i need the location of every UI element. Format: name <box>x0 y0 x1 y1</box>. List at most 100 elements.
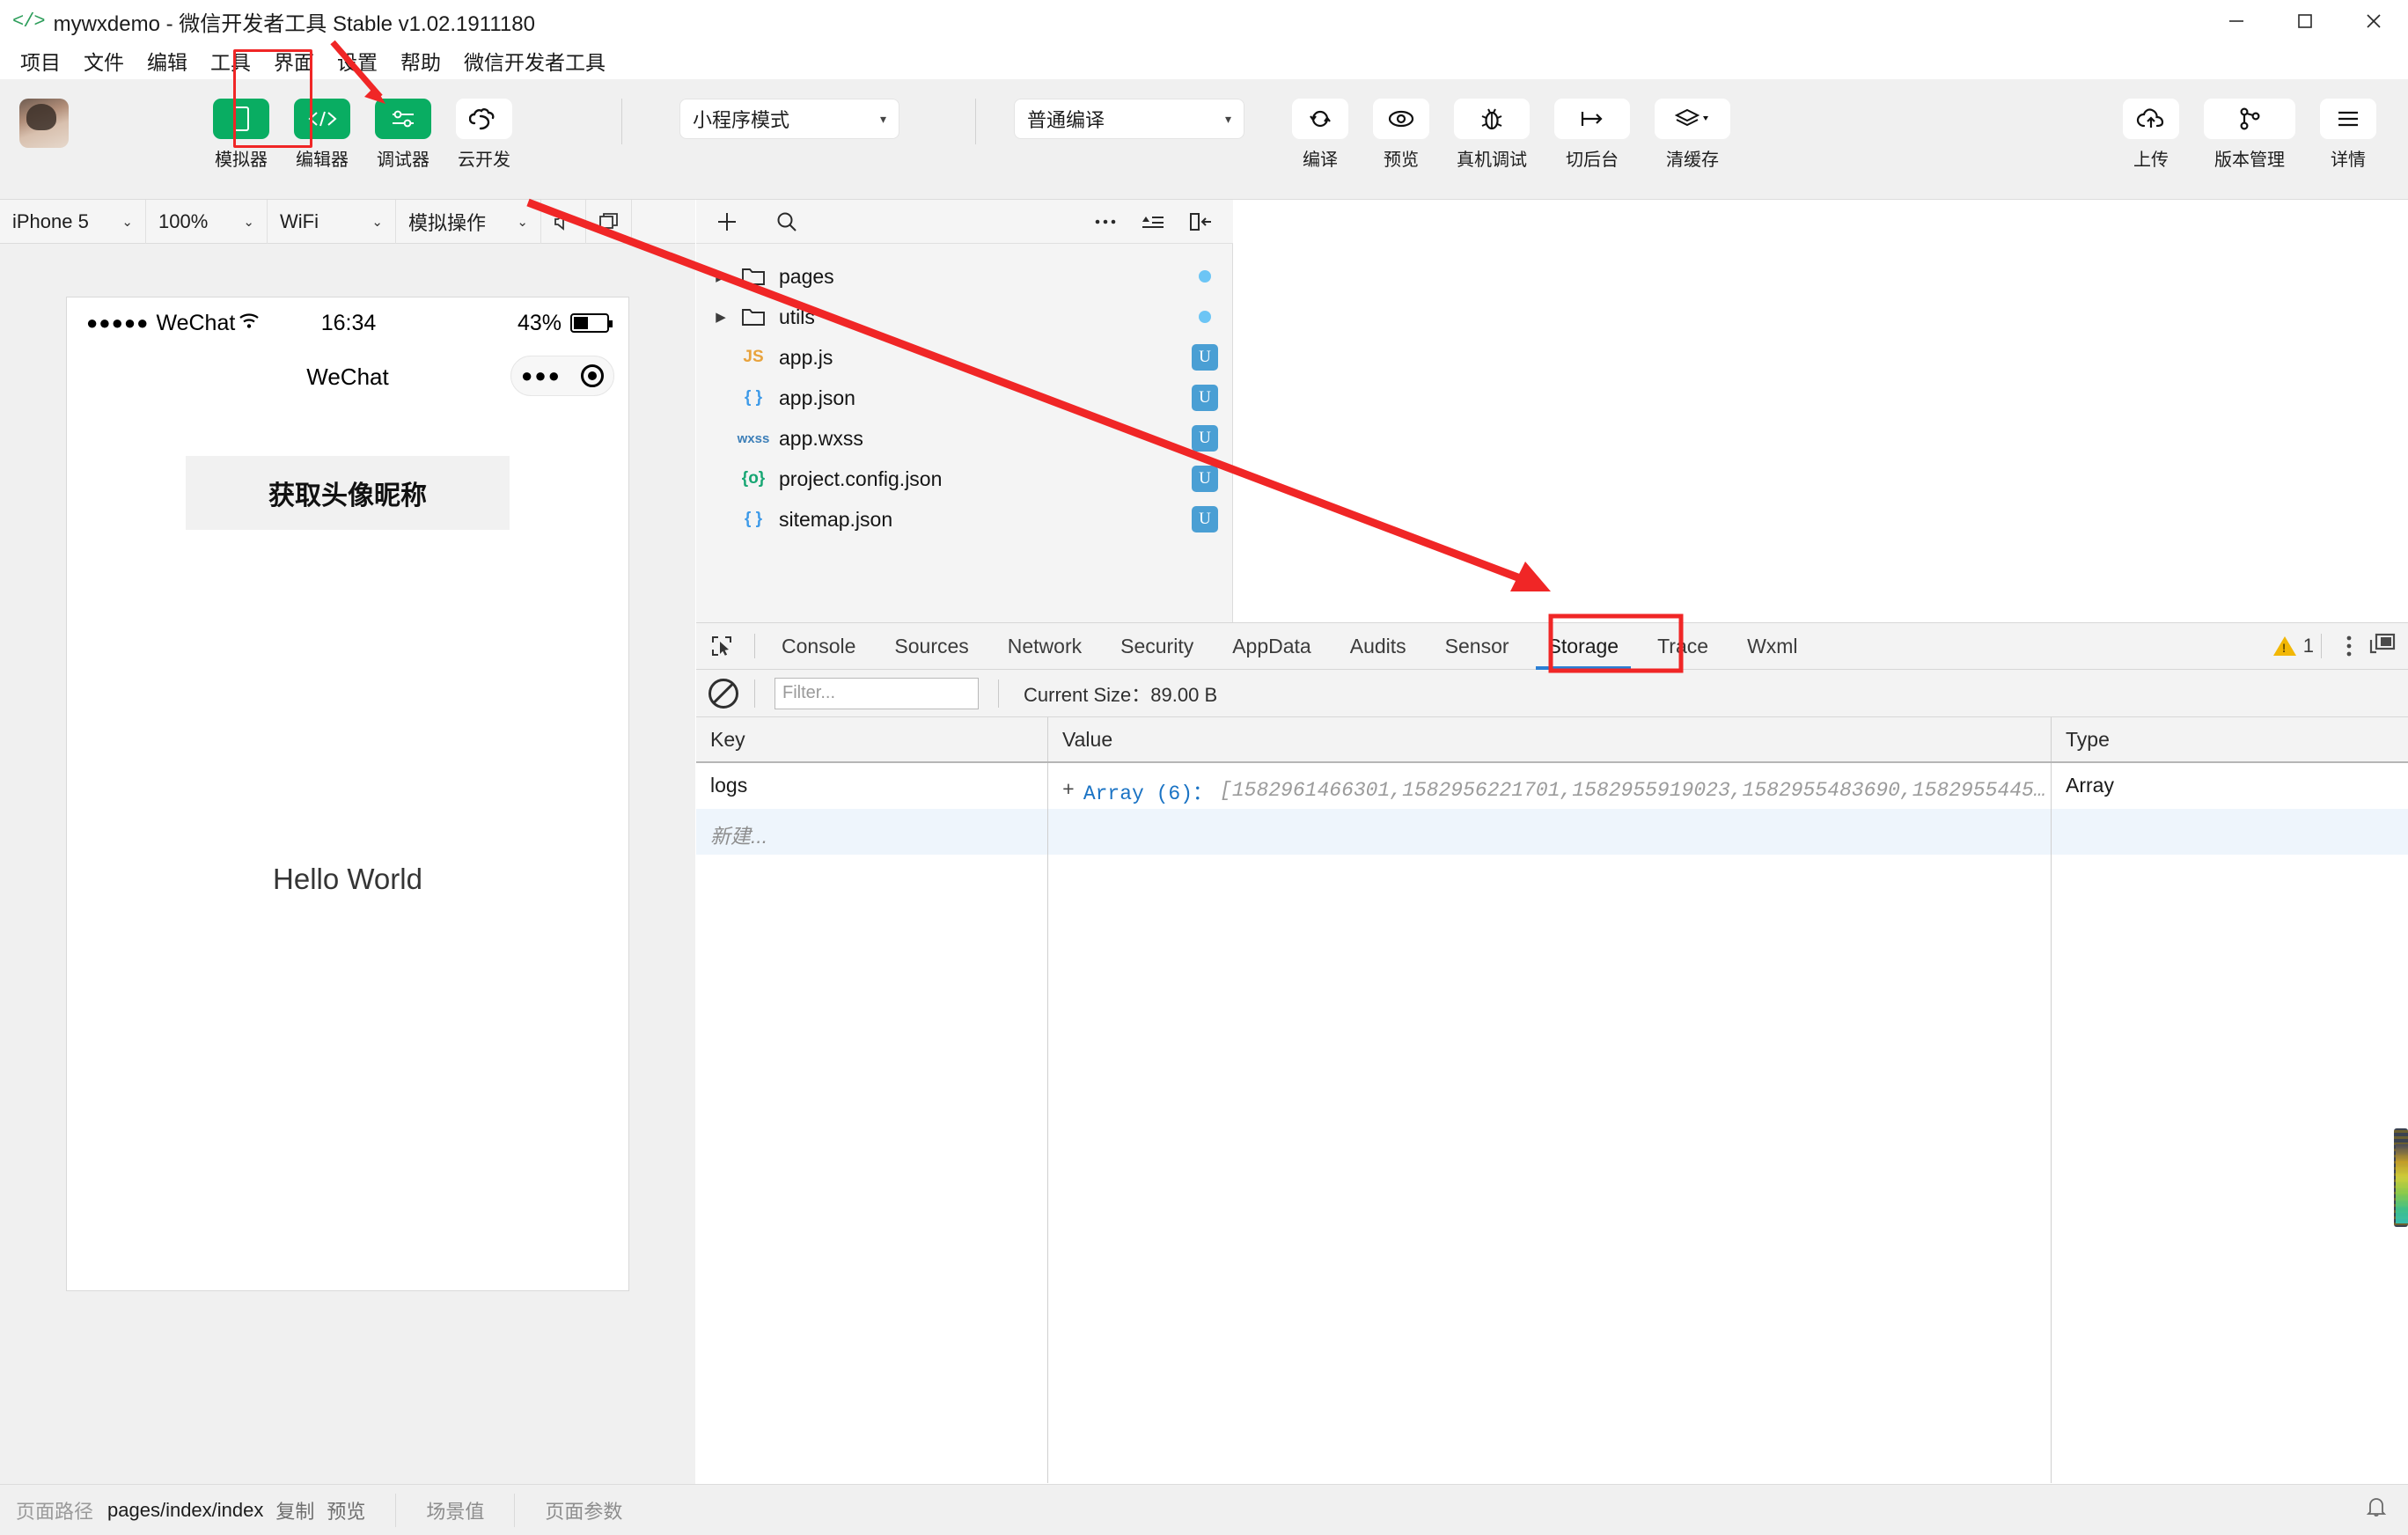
menu-icon <box>2320 99 2376 139</box>
simulator-button[interactable]: 模拟器 <box>213 99 269 171</box>
network-select[interactable]: WiFi ⌄ <box>268 199 396 244</box>
column-header-value[interactable]: Value <box>1048 717 2052 761</box>
maximize-button[interactable] <box>2271 0 2339 42</box>
upload-button[interactable]: 上传 <box>2123 99 2179 171</box>
tree-item-pages[interactable]: ▶ pages <box>696 256 1232 297</box>
background-button[interactable]: 切后台 <box>1554 99 1630 171</box>
tree-item-app-json[interactable]: { } app.json U <box>696 378 1232 418</box>
kebab-menu-icon[interactable] <box>2345 634 2353 658</box>
storage-toolbar: Filter... Current Size：89.00 B <box>696 670 2408 717</box>
tab-storage[interactable]: Storage <box>1529 622 1639 670</box>
tree-item-utils[interactable]: ▶ utils <box>696 297 1232 337</box>
editor-button[interactable]: 编辑器 <box>294 99 350 171</box>
inspect-cursor-icon[interactable] <box>696 622 747 670</box>
add-file-icon[interactable] <box>703 200 751 244</box>
tree-item-label: pages <box>779 264 834 288</box>
value-type-label: Array (6)： <box>1083 782 1214 805</box>
chevron-down-icon: ⌄ <box>121 214 133 230</box>
main-toolbar: 模拟器 编辑器 调试器 云开发 小程序模式 ▾ 普通编译 ▾ 编译 预览 真机调… <box>0 49 2408 200</box>
tab-sources[interactable]: Sources <box>875 622 987 670</box>
menu-item-tools[interactable]: 工具 <box>199 44 262 77</box>
tab-sensor[interactable]: Sensor <box>1426 622 1529 670</box>
clear-cache-button[interactable]: 清缓存 <box>1655 99 1730 171</box>
column-header-type[interactable]: Type <box>2052 717 2408 761</box>
tab-label: Sources <box>894 634 969 657</box>
table-row[interactable]: logs + Array (6)： [1582961466301,1582956… <box>696 763 2408 809</box>
menu-item-help[interactable]: 帮助 <box>389 44 452 77</box>
compile-select[interactable]: 普通编译 ▾ <box>1014 99 1244 139</box>
menu-item-project[interactable]: 项目 <box>9 44 72 77</box>
tree-item-project-config[interactable]: {o} project.config.json U <box>696 459 1232 499</box>
cell-type: Array <box>2066 774 2114 797</box>
tab-audits[interactable]: Audits <box>1331 622 1426 670</box>
copy-link[interactable]: 复制 <box>275 1496 314 1524</box>
status-badge: U <box>1192 385 1218 411</box>
capsule-menu[interactable]: ●●● <box>510 356 614 396</box>
phone-status-bar: ●●●●● WeChat 16:34 43% <box>67 297 628 349</box>
preview-button[interactable]: 预览 <box>1373 99 1429 171</box>
more-icon[interactable] <box>1082 200 1129 244</box>
user-avatar[interactable] <box>19 99 69 148</box>
menu-item-settings[interactable]: 设置 <box>326 44 389 77</box>
menu-item-devtools[interactable]: 微信开发者工具 <box>452 44 617 77</box>
collapse-icon[interactable] <box>1129 200 1177 244</box>
menu-item-edit[interactable]: 编辑 <box>136 44 199 77</box>
column-header-key[interactable]: Key <box>696 717 1048 761</box>
tab-network[interactable]: Network <box>988 622 1101 670</box>
clear-storage-icon[interactable] <box>708 678 738 709</box>
tab-appdata[interactable]: AppData <box>1213 622 1331 670</box>
tree-item-sitemap-json[interactable]: { } sitemap.json U <box>696 499 1232 540</box>
preview-link[interactable]: 预览 <box>327 1496 365 1524</box>
storage-filter-input[interactable]: Filter... <box>775 677 979 709</box>
tree-item-app-js[interactable]: JS app.js U <box>696 337 1232 378</box>
simulator-label: 模拟器 <box>215 151 268 170</box>
compile-label: 编译 <box>1303 151 1338 170</box>
twisty-icon[interactable]: ▶ <box>708 309 733 325</box>
page-params-tab[interactable]: 页面参数 <box>545 1496 622 1524</box>
new-entry-value-cell[interactable] <box>1048 809 2052 855</box>
screens-icon[interactable] <box>586 199 632 244</box>
tree-item-app-wxss[interactable]: wxss app.wxss U <box>696 418 1232 459</box>
tree-item-label: app.json <box>779 386 855 409</box>
debugger-button[interactable]: 调试器 <box>375 99 431 171</box>
dock-window-icon[interactable] <box>2369 633 2396 660</box>
status-badge: U <box>1192 466 1218 492</box>
search-icon[interactable] <box>763 200 811 244</box>
version-management-button[interactable]: 版本管理 <box>2204 99 2295 171</box>
close-button[interactable] <box>2339 0 2408 42</box>
file-tree-toolbar <box>696 200 1233 244</box>
view-toggle-group: 模拟器 编辑器 调试器 云开发 <box>201 99 525 171</box>
warning-indicator[interactable]: 1 <box>2272 635 2314 657</box>
new-entry-placeholder[interactable]: 新建... <box>696 809 1048 855</box>
tab-wxml[interactable]: Wxml <box>1728 622 1817 670</box>
volume-icon[interactable] <box>540 199 586 244</box>
code-brackets-icon <box>294 99 350 139</box>
expand-icon[interactable]: + <box>1062 779 1075 802</box>
menu-item-ui[interactable]: 界面 <box>262 44 326 77</box>
simulate-action-select[interactable]: 模拟操作 ⌄ <box>396 200 540 244</box>
compile-button[interactable]: 编译 <box>1292 99 1348 171</box>
get-userinfo-button[interactable]: 获取头像昵称 <box>186 456 510 530</box>
twisty-icon[interactable]: ▶ <box>708 268 733 284</box>
cloud-dev-button[interactable]: 云开发 <box>456 99 512 171</box>
new-entry-type-cell[interactable] <box>2052 809 2408 855</box>
tab-security[interactable]: Security <box>1101 622 1213 670</box>
tab-label: Network <box>1007 634 1083 657</box>
tab-console[interactable]: Console <box>762 622 875 670</box>
json-icon: { } <box>744 388 763 407</box>
simulator-stage: ●●●●● WeChat 16:34 43% WeChat ●●● 获取头像昵称… <box>0 244 695 1496</box>
new-entry-row[interactable]: 新建... <box>696 809 2408 855</box>
zoom-select[interactable]: 100% ⌄ <box>146 199 268 244</box>
scene-value-tab[interactable]: 场景值 <box>426 1496 484 1524</box>
actions-divider <box>2321 634 2322 658</box>
config-icon: {o} <box>741 469 766 488</box>
mode-select[interactable]: 小程序模式 ▾ <box>679 99 899 139</box>
device-select[interactable]: iPhone 5 ⌄ <box>0 199 146 244</box>
real-device-debug-button[interactable]: 真机调试 <box>1454 99 1530 171</box>
tab-trace[interactable]: Trace <box>1638 622 1728 670</box>
panel-toggle-icon[interactable] <box>1177 200 1224 244</box>
menu-item-file[interactable]: 文件 <box>72 44 136 77</box>
minimize-button[interactable] <box>2202 0 2271 42</box>
bell-icon[interactable] <box>2366 1495 2387 1524</box>
details-button[interactable]: 详情 <box>2320 99 2376 171</box>
